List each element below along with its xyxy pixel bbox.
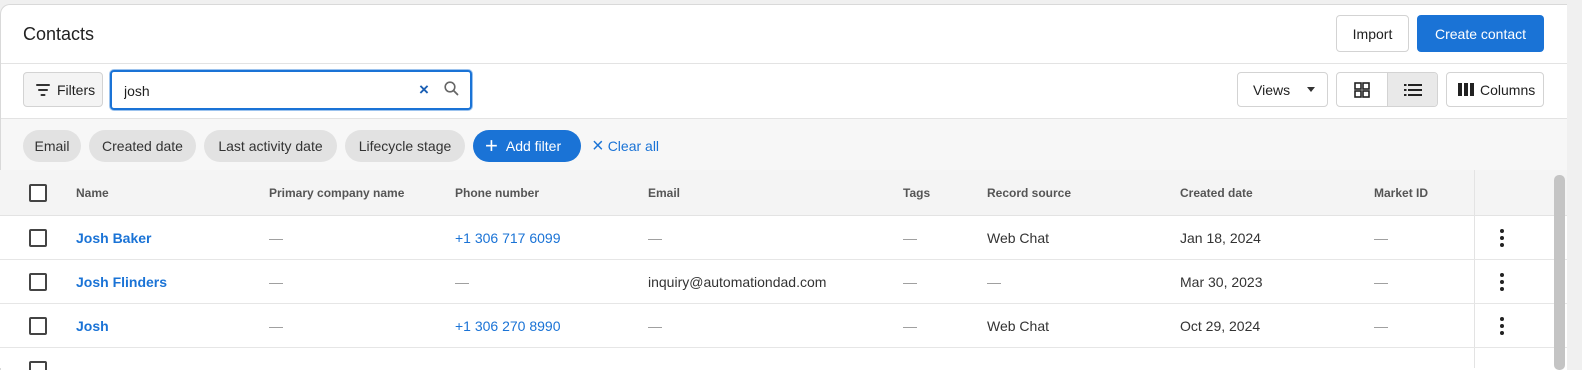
add-filter-label: Add filter <box>505 138 562 154</box>
table-row <box>0 348 1567 370</box>
market-id-cell: — <box>1374 274 1388 290</box>
columns-button[interactable]: Columns <box>1446 72 1544 107</box>
vertical-scrollbar[interactable] <box>1554 175 1565 370</box>
contact-name-link[interactable]: Josh Baker <box>76 230 151 246</box>
filter-chip-last-activity-date[interactable]: Last activity date <box>204 130 337 162</box>
column-header-market-id[interactable]: Market ID <box>1374 186 1428 200</box>
record-source-cell: Web Chat <box>987 318 1049 334</box>
more-options-icon[interactable] <box>1499 273 1505 291</box>
table-row: Josh Baker — +1 306 717 6099 — — Web Cha… <box>0 216 1567 260</box>
column-header-company[interactable]: Primary company name <box>269 186 404 200</box>
columns-icon <box>1458 83 1474 96</box>
views-label: Views <box>1253 81 1291 98</box>
add-filter-button[interactable]: + Add filter <box>473 130 581 162</box>
clear-all-label: Clear all <box>607 138 660 154</box>
caret-down-icon <box>1307 87 1316 92</box>
created-date-cell: Mar 30, 2023 <box>1180 274 1263 290</box>
search-box: × <box>110 70 472 110</box>
columns-label: Columns <box>1480 81 1536 98</box>
page-header: Contacts Import Create contact <box>1 5 1567 64</box>
import-button[interactable]: Import <box>1336 15 1409 52</box>
clear-search-icon[interactable]: × <box>415 81 433 99</box>
tags-cell: — <box>903 230 917 246</box>
table-header: Name Primary company name Phone number E… <box>0 170 1567 216</box>
column-header-tags[interactable]: Tags <box>903 186 930 200</box>
column-header-name[interactable]: Name <box>76 186 109 200</box>
phone-cell: — <box>455 274 469 290</box>
views-dropdown[interactable]: Views <box>1237 72 1328 107</box>
column-header-email[interactable]: Email <box>648 186 680 200</box>
view-toggle <box>1336 72 1438 107</box>
email-cell: — <box>648 318 662 334</box>
list-icon <box>1403 83 1422 96</box>
select-all-checkbox[interactable] <box>29 184 47 202</box>
column-header-phone[interactable]: Phone number <box>455 186 539 200</box>
plus-icon: + <box>485 133 498 158</box>
more-options-icon[interactable] <box>1499 317 1505 335</box>
row-checkbox[interactable] <box>29 273 47 291</box>
filter-chip-created-date[interactable]: Created date <box>89 130 196 162</box>
email-cell: inquiry@automationdad.com <box>648 274 827 290</box>
row-checkbox[interactable] <box>29 229 47 247</box>
company-cell: — <box>269 274 283 290</box>
email-cell: — <box>648 230 662 246</box>
contacts-table: Name Primary company name Phone number E… <box>0 170 1567 370</box>
tags-cell: — <box>903 274 917 290</box>
contact-name-link[interactable]: Josh Flinders <box>76 274 167 290</box>
search-icon[interactable] <box>443 80 461 98</box>
row-checkbox[interactable] <box>29 317 47 335</box>
more-options-icon[interactable] <box>1499 229 1505 247</box>
toolbar: Filters × Views <box>1 64 1567 119</box>
filter-icon <box>35 83 51 96</box>
market-id-cell: — <box>1374 318 1388 334</box>
record-source-cell: — <box>987 274 1001 290</box>
tags-cell: — <box>903 318 917 334</box>
company-cell: — <box>269 318 283 334</box>
page-title: Contacts <box>23 24 95 44</box>
created-date-cell: Jan 18, 2024 <box>1180 230 1261 246</box>
filters-button[interactable]: Filters <box>23 72 103 107</box>
filter-chip-lifecycle-stage[interactable]: Lifecycle stage <box>345 130 465 162</box>
created-date-cell: Oct 29, 2024 <box>1180 318 1261 334</box>
list-view-button[interactable] <box>1387 73 1437 106</box>
market-id-cell: — <box>1374 230 1388 246</box>
filter-chips-row: Email Created date Last activity date Li… <box>1 119 1567 175</box>
table-row: Josh — +1 306 270 8990 — — Web Chat Oct … <box>0 304 1567 348</box>
filter-chip-email[interactable]: Email <box>23 130 81 162</box>
column-header-record-source[interactable]: Record source <box>987 186 1071 200</box>
create-contact-button[interactable]: Create contact <box>1417 15 1544 52</box>
table-row: Josh Flinders — — inquiry@automationdad.… <box>0 260 1567 304</box>
company-cell: — <box>269 230 283 246</box>
grid-view-button[interactable] <box>1337 73 1387 106</box>
phone-link[interactable]: +1 306 270 8990 <box>455 318 561 334</box>
grid-icon <box>1354 81 1370 98</box>
column-header-created-date[interactable]: Created date <box>1180 186 1253 200</box>
row-checkbox[interactable] <box>29 361 47 370</box>
search-input[interactable] <box>124 81 404 101</box>
clear-all-link[interactable]: × Clear all <box>592 130 659 162</box>
close-icon: × <box>592 135 604 157</box>
phone-link[interactable]: +1 306 717 6099 <box>455 230 561 246</box>
contact-name-link[interactable]: Josh <box>76 318 109 334</box>
record-source-cell: Web Chat <box>987 230 1049 246</box>
filters-label: Filters <box>57 81 96 98</box>
